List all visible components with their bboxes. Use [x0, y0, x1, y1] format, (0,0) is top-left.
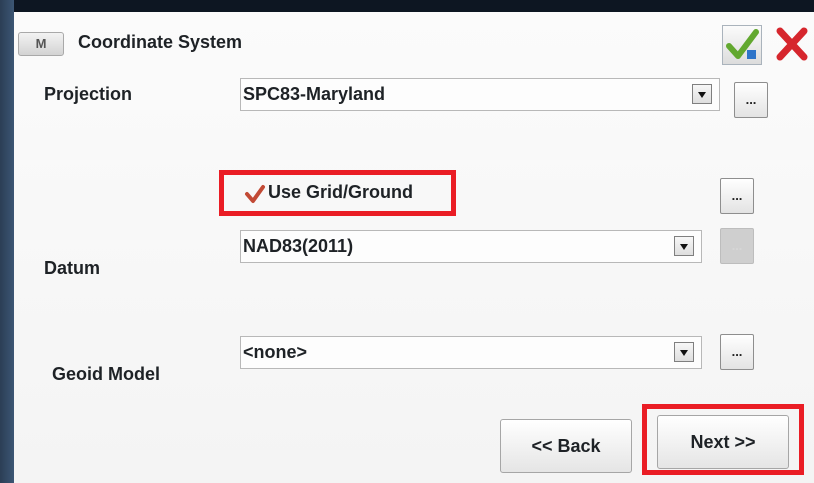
projection-label: Projection: [44, 84, 133, 104]
geoid-model-more-button[interactable]: ...: [720, 334, 754, 370]
grid-ground-more-button[interactable]: ...: [720, 178, 754, 214]
datum-select[interactable]: NAD83(2011): [240, 230, 702, 263]
chevron-down-icon[interactable]: [674, 236, 694, 256]
app-menu-icon[interactable]: M: [18, 32, 64, 56]
projection-value: SPC83-Maryland: [243, 84, 386, 104]
datum-value: NAD83(2011): [243, 236, 354, 256]
chevron-down-icon[interactable]: [674, 342, 694, 362]
grid-ground-label: Use Grid/Ground: [268, 182, 414, 202]
datum-more-button[interactable]: ...: [720, 228, 754, 264]
title-bar: M Coordinate System: [14, 12, 814, 76]
datum-label: Datum: [44, 258, 101, 278]
grid-ground-checkbox[interactable]: Use Grid/Ground: [240, 182, 450, 206]
coordinate-system-dialog: M Coordinate System Projection SPC83-Mar…: [14, 12, 814, 483]
checkmark-icon: [726, 29, 759, 59]
chevron-down-icon[interactable]: [692, 84, 712, 104]
checkmark-icon: [245, 185, 265, 203]
back-button[interactable]: << Back: [500, 419, 632, 473]
device-frame: [0, 0, 14, 483]
projection-more-button[interactable]: ...: [734, 82, 768, 118]
projection-select[interactable]: SPC83-Maryland: [240, 78, 720, 111]
next-button[interactable]: Next >>: [657, 415, 789, 469]
geoid-model-label: Geoid Model: [52, 364, 160, 384]
close-x-icon: [776, 27, 808, 61]
geoid-model-select[interactable]: <none>: [240, 336, 702, 369]
cancel-button[interactable]: [768, 25, 814, 63]
geoid-model-value: <none>: [243, 342, 308, 362]
dialog-title: Coordinate System: [78, 32, 243, 52]
accept-button[interactable]: [722, 25, 762, 65]
